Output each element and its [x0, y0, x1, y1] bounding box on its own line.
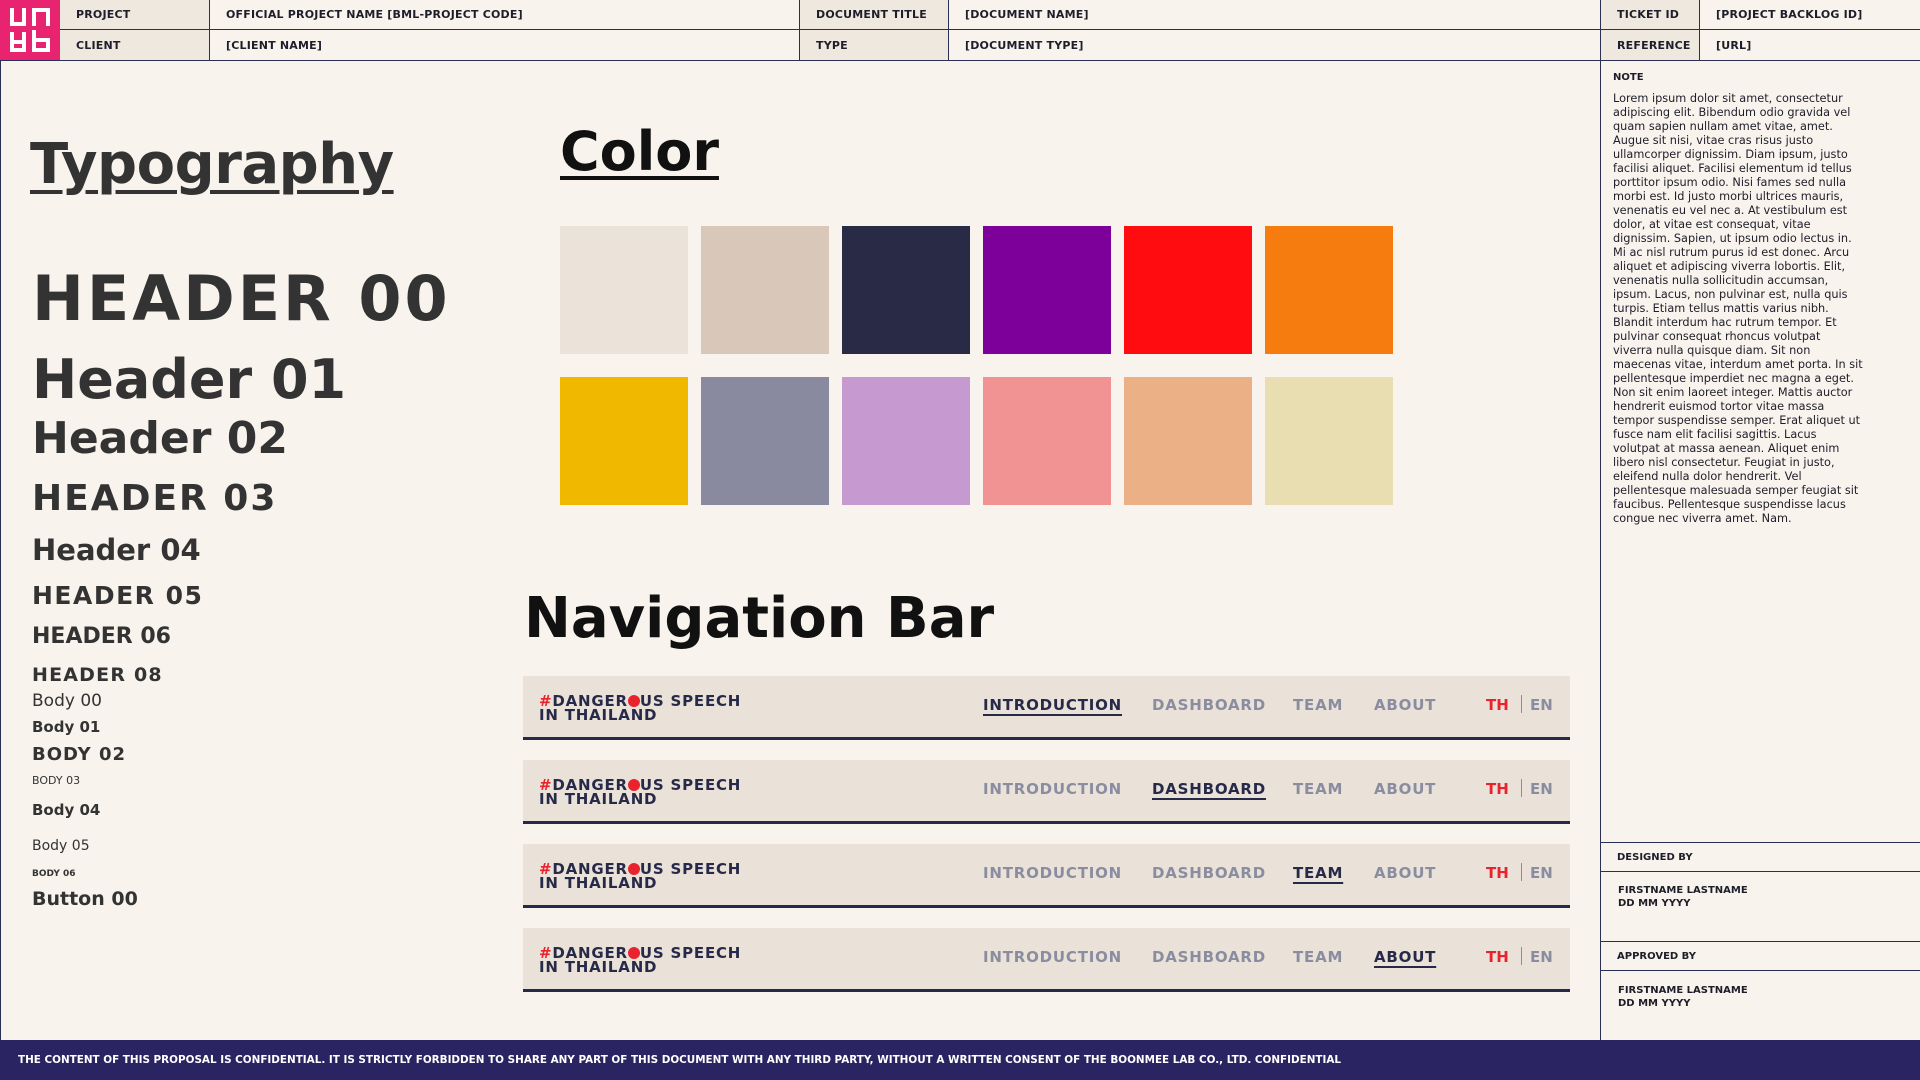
- header-01-sample: Header 01: [32, 348, 347, 411]
- lang-en-button[interactable]: EN: [1530, 864, 1553, 882]
- nav-link-dashboard[interactable]: DASHBOARD: [1152, 864, 1266, 882]
- ticket-id-value: [PROJECT BACKLOG ID]: [1700, 0, 1920, 30]
- lang-en-button[interactable]: EN: [1530, 696, 1553, 714]
- nav-link-dashboard[interactable]: DASHBOARD: [1152, 780, 1266, 798]
- navigation-bar-title: Navigation Bar: [524, 586, 995, 651]
- document-header: PROJECT OFFICIAL PROJECT NAME [BML-PROJE…: [0, 0, 1920, 61]
- client-label: CLIENT: [60, 30, 210, 60]
- color-swatch: [560, 226, 688, 354]
- nav-link-team[interactable]: TEAM: [1293, 864, 1343, 882]
- project-value: OFFICIAL PROJECT NAME [BML-PROJECT CODE]: [210, 0, 800, 30]
- lang-divider: [1521, 947, 1522, 965]
- nav-link-introduction[interactable]: INTRODUCTION: [983, 780, 1122, 798]
- document-title-value: [DOCUMENT NAME]: [949, 0, 1601, 30]
- color-swatch: [842, 377, 970, 505]
- body-03-sample: BODY 03: [32, 774, 81, 787]
- nav-link-introduction[interactable]: INTRODUCTION: [983, 696, 1122, 714]
- typography-title: Typography: [30, 132, 394, 197]
- brand-line-2: IN THAILAND: [539, 790, 658, 808]
- body-01-sample: Body 01: [32, 718, 101, 736]
- nav-link-introduction[interactable]: INTRODUCTION: [983, 948, 1122, 966]
- designed-by-name: FIRSTNAME LASTNAME: [1618, 885, 1748, 896]
- project-label: PROJECT: [60, 0, 210, 30]
- nav-link-team[interactable]: TEAM: [1293, 780, 1343, 798]
- header-02-sample: Header 02: [32, 413, 288, 464]
- document-title-label: DOCUMENT TITLE: [800, 0, 949, 30]
- nav-link-about[interactable]: ABOUT: [1374, 696, 1436, 714]
- color-swatch: [1265, 377, 1393, 505]
- page-left-border: [0, 60, 1, 1040]
- navbar: #DANGER US SPEECH IN THAILAND INTRODUCTION D…: [523, 928, 1570, 992]
- brand-logo: [0, 0, 60, 60]
- nav-link-introduction[interactable]: INTRODUCTION: [983, 864, 1122, 882]
- brand-line-2: IN THAILAND: [539, 958, 658, 976]
- nav-link-dashboard[interactable]: DASHBOARD: [1152, 948, 1266, 966]
- approved-by-label: APPROVED BY: [1601, 941, 1920, 971]
- site-brand[interactable]: #DANGER US SPEECH IN THAILAND: [539, 862, 741, 892]
- site-brand[interactable]: #DANGER US SPEECH IN THAILAND: [539, 946, 741, 976]
- approved-by-name: FIRSTNAME LASTNAME: [1618, 985, 1748, 996]
- header-00-sample: HEADER 00: [32, 262, 451, 335]
- site-brand[interactable]: #DANGER US SPEECH IN THAILAND: [539, 778, 741, 808]
- bml-logo-icon: [10, 8, 50, 52]
- lang-th-button[interactable]: TH: [1486, 780, 1509, 798]
- lang-divider: [1521, 863, 1522, 881]
- reference-label: REFERENCE: [1601, 30, 1700, 60]
- body-00-sample: Body 00: [32, 691, 102, 711]
- type-value: [DOCUMENT TYPE]: [949, 30, 1601, 60]
- color-swatch: [1265, 226, 1393, 354]
- notes-sidebar: NOTE Lorem ipsum dolor sit amet, consect…: [1600, 60, 1920, 1040]
- button-00-sample: Button 00: [32, 888, 138, 910]
- note-text: Lorem ipsum dolor sit amet, consectetur …: [1613, 92, 1863, 525]
- header-03-sample: HEADER 03: [32, 478, 278, 519]
- color-swatch: [842, 226, 970, 354]
- body-05-sample: Body 05: [32, 838, 90, 854]
- color-title: Color: [560, 120, 719, 183]
- lang-divider: [1521, 779, 1522, 797]
- header-08-sample: HEADER 08: [32, 664, 163, 686]
- header-06-sample: HEADER 06: [32, 624, 171, 649]
- color-swatch: [701, 226, 829, 354]
- nav-link-about[interactable]: ABOUT: [1374, 780, 1436, 798]
- site-brand[interactable]: #DANGER US SPEECH IN THAILAND: [539, 694, 741, 724]
- body-04-sample: Body 04: [32, 801, 101, 819]
- navbar: #DANGER US SPEECH IN THAILAND INTRODUCTION D…: [523, 676, 1570, 740]
- navbar: #DANGER US SPEECH IN THAILAND INTRODUCTION D…: [523, 760, 1570, 824]
- lang-en-button[interactable]: EN: [1530, 948, 1553, 966]
- approved-by-date: DD MM YYYY: [1618, 998, 1691, 1009]
- lang-th-button[interactable]: TH: [1486, 696, 1509, 714]
- lang-th-button[interactable]: TH: [1486, 948, 1509, 966]
- nav-link-team[interactable]: TEAM: [1293, 696, 1343, 714]
- designed-by-date: DD MM YYYY: [1618, 898, 1691, 909]
- lang-th-button[interactable]: TH: [1486, 864, 1509, 882]
- nav-link-about[interactable]: ABOUT: [1374, 948, 1436, 966]
- confidential-footer: THE CONTENT OF THIS PROPOSAL IS CONFIDEN…: [0, 1040, 1920, 1080]
- color-swatch: [701, 377, 829, 505]
- body-06-sample: BODY 06: [32, 869, 76, 879]
- color-swatch: [983, 377, 1111, 505]
- nav-link-team[interactable]: TEAM: [1293, 948, 1343, 966]
- body-02-sample: BODY 02: [32, 744, 127, 765]
- note-label: NOTE: [1613, 72, 1644, 83]
- color-swatch: [560, 377, 688, 505]
- reference-value: [URL]: [1716, 38, 1752, 52]
- navbar: #DANGER US SPEECH IN THAILAND INTRODUCTION D…: [523, 844, 1570, 908]
- nav-link-dashboard[interactable]: DASHBOARD: [1152, 696, 1266, 714]
- nav-link-about[interactable]: ABOUT: [1374, 864, 1436, 882]
- header-05-sample: HEADER 05: [32, 581, 204, 610]
- color-swatch: [1124, 377, 1252, 505]
- header-04-sample: Header 04: [32, 533, 201, 567]
- lang-en-button[interactable]: EN: [1530, 780, 1553, 798]
- brand-line-2: IN THAILAND: [539, 706, 658, 724]
- client-value: [CLIENT NAME]: [210, 30, 800, 60]
- color-swatch: [1124, 226, 1252, 354]
- ticket-id-label: TICKET ID: [1601, 0, 1700, 30]
- brand-line-2: IN THAILAND: [539, 874, 658, 892]
- type-label: TYPE: [800, 30, 949, 60]
- designed-by-label: DESIGNED BY: [1601, 842, 1920, 872]
- color-swatch: [983, 226, 1111, 354]
- lang-divider: [1521, 695, 1522, 713]
